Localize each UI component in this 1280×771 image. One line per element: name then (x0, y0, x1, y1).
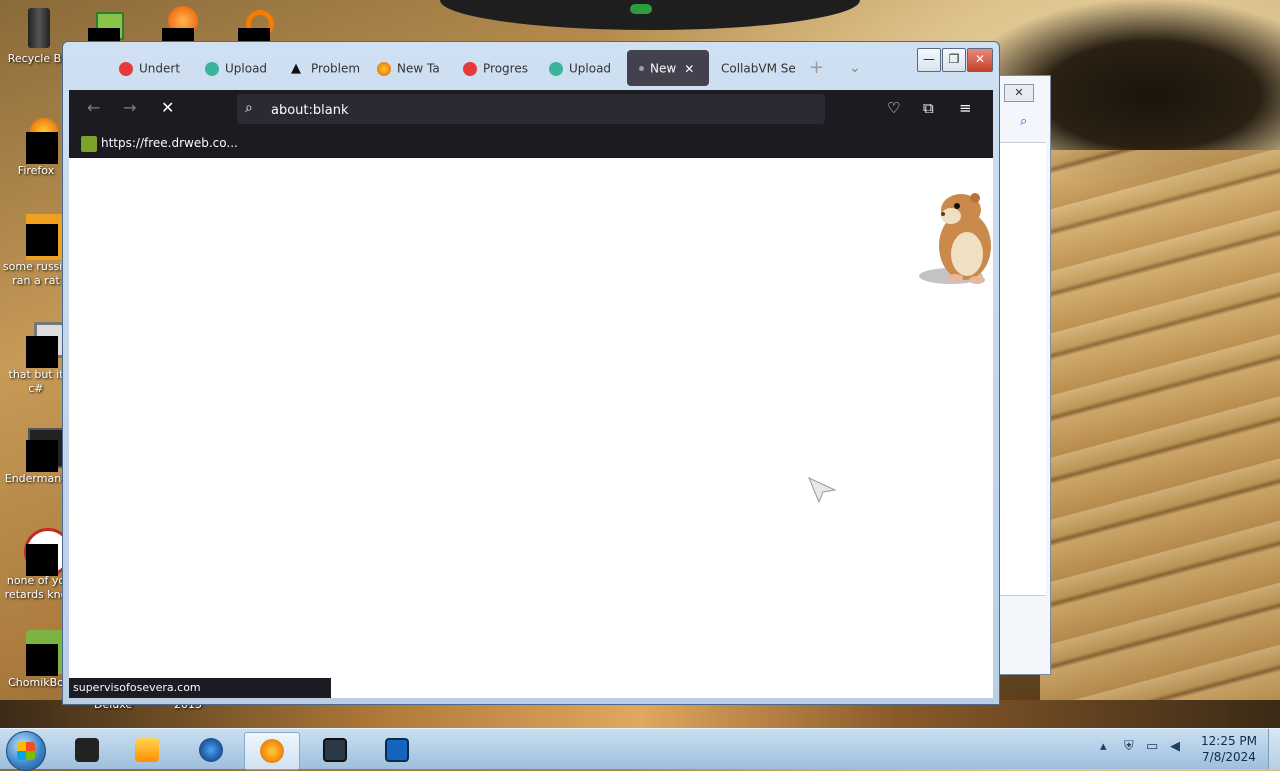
page-content[interactable]: supervisofosevera.com (69, 158, 993, 698)
menu-hamburger-icon[interactable]: ≡ (959, 99, 972, 117)
tab-favicon-icon (119, 61, 133, 76)
monitor-icon (385, 738, 409, 762)
mouse-pointer-icon (807, 476, 837, 507)
background-window-content (1000, 142, 1046, 596)
document-icon (14, 214, 74, 260)
minimize-button[interactable]: — (917, 48, 941, 72)
tab-strip: Undert Upload ▲ Problem New Ta Progres Up… (101, 50, 911, 86)
status-url: supervisofosevera.com (69, 678, 331, 698)
stop-loading-icon[interactable]: ✕ (161, 98, 174, 118)
taskbar-app-terminal[interactable] (60, 732, 114, 768)
network-monitor-icon[interactable]: ▭ (1146, 739, 1158, 754)
firefox-icon (14, 118, 58, 164)
recycle-bin-icon (14, 6, 58, 50)
maximize-button[interactable]: ❐ (942, 48, 966, 72)
tab-progress[interactable]: Progres (463, 50, 537, 86)
show-desktop-button[interactable] (1268, 729, 1280, 769)
taskbar-app-globe[interactable] (184, 732, 238, 768)
security-shield-icon[interactable]: ⛨ (1124, 739, 1134, 754)
tab-problem[interactable]: ▲ Problem (291, 50, 365, 86)
taskbar-app-media-player[interactable] (120, 732, 174, 768)
navigation-toolbar: ← → ✕ ⌕ ♡ ⧉ ≡ (69, 90, 993, 128)
address-bar[interactable]: ⌕ (237, 94, 825, 124)
taskbar-app-monitor[interactable] (370, 732, 424, 768)
chomikbox-icon (14, 630, 72, 676)
show-hidden-icons-chevron-up-icon[interactable]: ▴ (1100, 739, 1107, 754)
tab-new-active[interactable]: New ✕ (627, 50, 709, 86)
loading-dot-icon (639, 66, 644, 71)
stack-icon (14, 322, 70, 368)
bookmark-drweb[interactable]: https://free.drweb.co... (81, 134, 238, 152)
bookmarks-toolbar: https://free.drweb.co... (69, 128, 993, 158)
windows-logo-icon (17, 742, 35, 760)
firefox-icon (260, 739, 284, 763)
window-icon (323, 738, 347, 762)
taskbar: ▴ ⛨ ▭ ◀ 12:25 PM 7/8/2024 (0, 728, 1280, 771)
search-icon[interactable]: ⌕ (1020, 114, 1027, 129)
tab-favicon-icon (205, 61, 219, 76)
globe-icon (199, 738, 223, 762)
terminal-icon (75, 738, 99, 762)
tab-upload-2[interactable]: Upload (549, 50, 619, 86)
tab-favicon-icon (549, 61, 563, 76)
hamster-desktop-pet-image[interactable] (917, 188, 997, 288)
new-tab-plus-icon[interactable]: + (809, 50, 824, 86)
warning-icon: ▲ (291, 60, 301, 76)
forward-arrow-icon[interactable]: → (123, 98, 136, 118)
app-window-icon (14, 426, 78, 472)
background-window-close-button[interactable]: ✕ (1004, 84, 1034, 102)
url-input[interactable] (269, 98, 813, 122)
tab-collabvm[interactable]: CollabVM Se (721, 50, 795, 86)
desktop-icon-top-1[interactable] (88, 6, 128, 48)
start-button[interactable] (6, 731, 46, 771)
taskbar-app-firefox[interactable] (244, 732, 300, 770)
drweb-favicon-icon (81, 135, 97, 152)
clock-time: 12:25 PM (1201, 734, 1257, 748)
firefox-window[interactable]: — ❐ ✕ Undert Upload ▲ Problem New Ta Prog… (62, 41, 1000, 705)
media-icon (14, 528, 72, 576)
desktop-wallpaper-planks (1040, 150, 1280, 730)
close-tab-icon[interactable]: ✕ (684, 62, 694, 76)
list-tabs-chevron-down-icon[interactable]: ⌄ (849, 50, 861, 86)
close-button[interactable]: ✕ (967, 48, 993, 72)
tab-new-tab-firefox[interactable]: New Ta (377, 50, 447, 86)
volume-speaker-icon[interactable]: ◀ (1170, 739, 1180, 754)
extensions-puzzle-icon[interactable]: ⧉ (923, 99, 934, 117)
clock[interactable]: 12:25 PM 7/8/2024 (1196, 733, 1262, 765)
desktop-icon-top-3[interactable] (238, 6, 278, 48)
background-window[interactable]: ✕ ⌕ (995, 75, 1051, 675)
back-arrow-icon[interactable]: ← (87, 98, 100, 118)
tab-upload-1[interactable]: Upload (205, 50, 275, 86)
firefox-icon (377, 61, 391, 76)
desktop-icon-top-2[interactable] (162, 6, 202, 48)
tab-favicon-icon (463, 61, 477, 76)
clock-date: 7/8/2024 (1202, 750, 1256, 764)
tab-undertale[interactable]: Undert (119, 50, 189, 86)
media-player-icon (135, 738, 159, 762)
pocket-icon[interactable]: ♡ (887, 99, 900, 117)
desktop-wallpaper-top (440, 0, 860, 30)
search-icon: ⌕ (245, 100, 253, 116)
taskbar-app-window[interactable] (308, 732, 362, 768)
